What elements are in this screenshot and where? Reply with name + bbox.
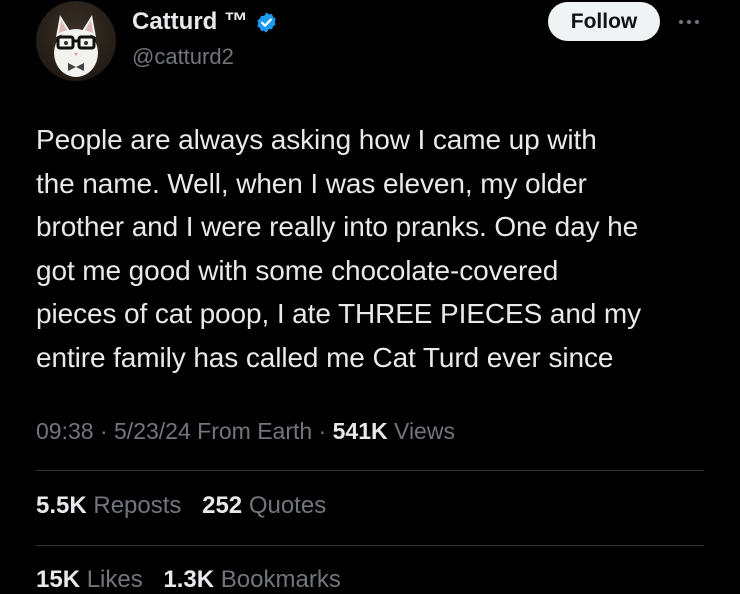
author-name-row: Catturd ™	[132, 7, 278, 37]
reposts-count: 5.5K	[36, 492, 87, 519]
likes-stat[interactable]: 15K Likes	[36, 566, 143, 593]
views-label: Views	[394, 418, 455, 444]
likes-label: Likes	[86, 566, 143, 593]
reposts-stat[interactable]: 5.5K Reposts	[36, 492, 181, 519]
more-horizontal-icon[interactable]	[676, 12, 702, 32]
quotes-stat[interactable]: 252 Quotes	[202, 492, 326, 519]
verified-badge-icon[interactable]	[255, 11, 278, 34]
meta-separator-2: ·	[318, 418, 327, 444]
tweet-time[interactable]: 09:38	[36, 418, 94, 444]
divider-2	[36, 545, 704, 546]
tweet-text: People are always asking how I came up w…	[36, 124, 642, 373]
meta-separator: ·	[99, 418, 108, 444]
likes-count: 15K	[36, 566, 81, 593]
display-name[interactable]: Catturd ™	[132, 8, 248, 36]
user-handle[interactable]: @catturd2	[132, 44, 234, 70]
avatar[interactable]	[36, 1, 116, 81]
follow-button[interactable]: Follow	[548, 2, 660, 41]
engagement-stats-row-2: 15K Likes 1.3K Bookmarks	[36, 566, 355, 594]
tweet-meta: 09:38 · 5/23/24 From Earth · 541K Views	[36, 418, 455, 445]
views-count: 541K	[332, 418, 388, 444]
reposts-label: Reposts	[93, 492, 182, 519]
quotes-count: 252	[202, 492, 243, 519]
bookmarks-count: 1.3K	[163, 566, 215, 593]
tweet-date[interactable]: 5/23/24	[114, 418, 191, 444]
bookmarks-stat[interactable]: 1.3K Bookmarks	[163, 566, 340, 593]
quotes-label: Quotes	[248, 492, 327, 519]
divider	[36, 470, 704, 471]
cat-avatar-image	[54, 15, 98, 77]
engagement-stats-row-1: 5.5K Reposts 252 Quotes	[36, 492, 340, 520]
bookmarks-label: Bookmarks	[220, 566, 341, 593]
tweet-source: From Earth	[197, 418, 313, 444]
